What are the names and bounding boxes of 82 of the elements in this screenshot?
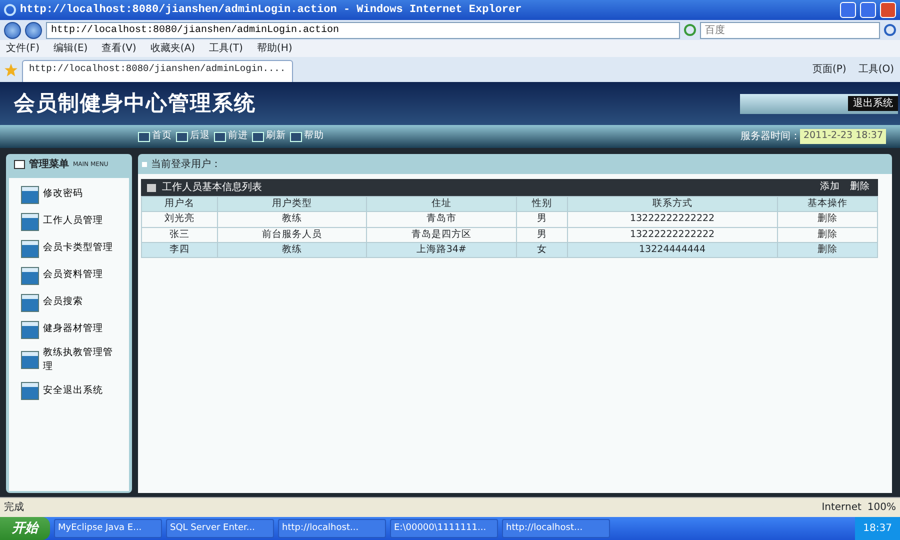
command-button[interactable]: 页面(P) bbox=[812, 62, 846, 77]
start-button[interactable]: 开始 bbox=[0, 517, 50, 540]
table-cell: 上海路34# bbox=[366, 242, 516, 258]
close-button[interactable] bbox=[880, 2, 896, 18]
sidebar-item[interactable]: 工作人员管理 bbox=[21, 211, 117, 232]
zone-label: Internet bbox=[822, 501, 862, 515]
column-header: 性别 bbox=[516, 196, 568, 212]
table-row[interactable]: 张三 前台服务人员 青岛是四方区 男 13222222222222 删除 bbox=[142, 227, 878, 242]
taskbar-button[interactable]: SQL Server Enter... bbox=[166, 519, 274, 538]
window-title: http://localhost:8080/jianshen/adminLogin.action - Windows Internet Explorer bbox=[20, 4, 523, 16]
server-time-label: 服务器时间： bbox=[740, 130, 800, 144]
search-field[interactable]: 百度 bbox=[700, 22, 880, 38]
nav-icon bbox=[214, 132, 226, 142]
menu-item[interactable]: 工具(T) bbox=[209, 41, 243, 56]
table-cell: 李四 bbox=[142, 242, 218, 258]
logout-button[interactable]: 退出系统 bbox=[848, 96, 898, 111]
table-cell: 教练 bbox=[217, 242, 367, 258]
table-row[interactable]: 刘光亮 教练 青岛市 男 13222222222222 删除 bbox=[142, 212, 878, 227]
sidebar-item[interactable]: 会员资料管理 bbox=[21, 265, 117, 286]
clock: 18:37 bbox=[863, 522, 892, 536]
address-field[interactable]: http://localhost:8080/jianshen/adminLogin.action bbox=[46, 22, 680, 38]
table-cell: 青岛是四方区 bbox=[366, 227, 516, 242]
menu-icon bbox=[14, 160, 25, 168]
taskbar-button[interactable]: http://localhost... bbox=[278, 519, 386, 538]
sidebar-item[interactable]: 会员搜索 bbox=[21, 292, 117, 313]
taskbar-button[interactable]: http://localhost... bbox=[502, 519, 610, 538]
menu-item[interactable]: 查看(V) bbox=[102, 41, 136, 56]
table-cell: 男 bbox=[516, 227, 568, 242]
table-cell: 刘光亮 bbox=[142, 212, 218, 227]
bullet-icon bbox=[142, 162, 147, 166]
nav-icon bbox=[290, 132, 302, 142]
column-header: 联系方式 bbox=[567, 196, 778, 212]
column-header: 用户名 bbox=[142, 196, 218, 212]
column-header: 基本操作 bbox=[777, 196, 878, 212]
nav-link[interactable]: 前进 bbox=[226, 129, 252, 144]
menu-item[interactable]: 编辑(E) bbox=[54, 41, 88, 56]
nav-link[interactable]: 帮助 bbox=[302, 129, 328, 144]
sidebar-item[interactable]: 健身器材管理 bbox=[21, 319, 117, 340]
status-text: 完成 bbox=[4, 500, 25, 515]
back-button[interactable] bbox=[4, 22, 21, 38]
list-icon bbox=[147, 184, 156, 192]
table-row[interactable]: 李四 教练 上海路34# 女 13224444444 删除 bbox=[142, 242, 878, 258]
server-time: 2011-2-23 18:37 bbox=[800, 129, 886, 144]
current-user-label: 当前登录用户： bbox=[151, 158, 221, 172]
nav-icon bbox=[138, 132, 150, 142]
table-title: 工作人员基本信息列表 bbox=[162, 180, 263, 195]
nav-icon bbox=[176, 132, 188, 142]
table-cell: 张三 bbox=[142, 227, 218, 242]
menu-item[interactable]: 文件(F) bbox=[6, 41, 40, 56]
table-cell: 教练 bbox=[217, 212, 367, 227]
sidebar-item[interactable]: 修改密码 bbox=[21, 184, 117, 205]
column-header: 住址 bbox=[366, 196, 516, 212]
table-action[interactable]: 删除 bbox=[848, 180, 872, 195]
zoom-level[interactable]: 100% bbox=[867, 500, 896, 515]
taskbar-button[interactable]: MyEclipse Java E... bbox=[54, 519, 162, 538]
sidebar-title: 管理菜单 bbox=[29, 158, 69, 172]
table-cell: 13222222222222 bbox=[567, 212, 778, 227]
command-button[interactable]: 工具(O) bbox=[858, 62, 894, 77]
column-header: 用户类型 bbox=[217, 196, 367, 212]
forward-button[interactable] bbox=[25, 22, 42, 38]
maximize-button[interactable] bbox=[860, 2, 876, 18]
table-cell: 男 bbox=[516, 212, 568, 227]
menu-item[interactable]: 帮助(H) bbox=[256, 41, 292, 56]
nav-link[interactable]: 后退 bbox=[188, 129, 214, 144]
table-cell: 13224444444 bbox=[567, 242, 778, 258]
minimize-button[interactable] bbox=[840, 2, 856, 18]
sidebar-item[interactable]: 教练执教管理管理 bbox=[21, 346, 117, 374]
nav-icon bbox=[252, 132, 264, 142]
table-cell: 13222222222222 bbox=[567, 227, 778, 242]
sidebar-item[interactable]: 安全退出系统 bbox=[21, 380, 117, 402]
app-title: 会员制健身中心管理系统 bbox=[14, 90, 256, 117]
table-cell: 青岛市 bbox=[366, 212, 516, 227]
browser-tab[interactable]: http://localhost:8080/jianshen/adminLogin.... bbox=[22, 60, 293, 82]
taskbar-button[interactable]: E:\00000\1111111... bbox=[390, 519, 498, 538]
menu-item[interactable]: 收藏夹(A) bbox=[150, 41, 195, 56]
nav-link[interactable]: 刷新 bbox=[264, 129, 290, 144]
nav-link[interactable]: 首页 bbox=[150, 129, 176, 144]
sidebar-item[interactable]: 会员卡类型管理 bbox=[21, 238, 117, 259]
table-action[interactable]: 添加 bbox=[818, 180, 842, 195]
favorites-star-icon[interactable] bbox=[4, 62, 18, 76]
table-cell: 女 bbox=[516, 242, 568, 258]
table-cell: 前台服务人员 bbox=[217, 227, 367, 242]
